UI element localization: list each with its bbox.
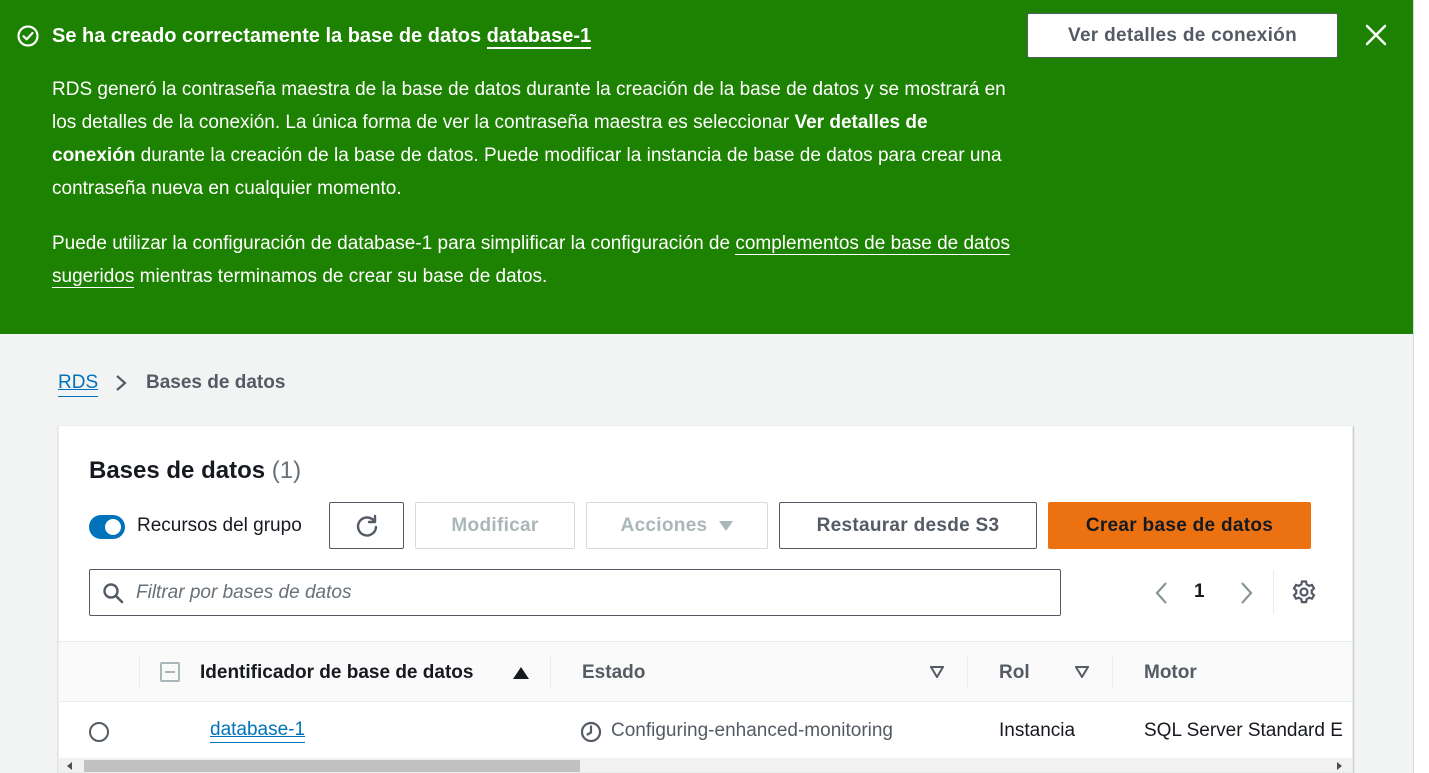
table-header: Identificador de base de datos Estado Ro… xyxy=(59,641,1352,703)
flash-text: mientras terminamos de crear su base de … xyxy=(134,266,548,287)
search-icon xyxy=(103,583,124,604)
column-divider xyxy=(1112,655,1113,689)
pagination-divider xyxy=(1273,570,1274,614)
actions-dropdown[interactable]: Acciones xyxy=(586,502,768,549)
flash-message-addons: Puede utilizar la configuración de datab… xyxy=(52,227,1012,293)
engine-text: SQL Server Standard E xyxy=(1144,720,1343,741)
flash-text: durante la creación de la base de datos.… xyxy=(52,145,1002,199)
column-header-engine[interactable]: Motor xyxy=(1144,642,1197,703)
column-divider xyxy=(550,655,551,689)
column-header-identifier[interactable]: Identificador de base de datos xyxy=(200,642,473,703)
filter-search-input[interactable] xyxy=(136,579,1036,607)
view-connection-details-button[interactable]: Ver detalles de conexión xyxy=(1027,13,1338,58)
actions-label: Acciones xyxy=(620,514,708,536)
databases-panel: Bases de datos (1) Recursos del grupo Mo… xyxy=(58,425,1353,773)
close-icon xyxy=(1365,24,1387,46)
refresh-icon xyxy=(356,514,377,537)
create-database-button[interactable]: Crear base de datos xyxy=(1048,502,1311,549)
sort-descending-icon[interactable] xyxy=(930,666,944,678)
success-flashbar: Se ha creado correctamente la base de da… xyxy=(0,0,1413,334)
status-text: Configuring-enhanced-monitoring xyxy=(611,720,894,741)
panel-count: (1) xyxy=(271,457,302,484)
row-select-radio[interactable] xyxy=(89,722,109,742)
refresh-button[interactable] xyxy=(329,502,404,549)
group-resources-label: Recursos del grupo xyxy=(137,515,302,536)
table-row: database-1 Configuring-enhanced-monitori… xyxy=(59,702,1352,762)
horizontal-scrollbar[interactable] xyxy=(59,758,1352,772)
panel-title: Bases de datos (1) xyxy=(89,456,301,486)
scrollbar-thumb[interactable] xyxy=(84,760,580,772)
role-text: Instancia xyxy=(999,720,1076,741)
sort-descending-icon[interactable] xyxy=(1075,666,1089,678)
caret-down-icon xyxy=(719,520,734,531)
breadcrumb-rds[interactable]: RDS xyxy=(58,370,99,397)
modify-button[interactable]: Modificar xyxy=(415,502,575,549)
column-header-status[interactable]: Estado xyxy=(582,642,645,703)
check-circle-icon xyxy=(17,25,39,47)
chevron-left-icon[interactable] xyxy=(1152,580,1172,606)
chevron-right-icon xyxy=(116,375,127,391)
database-identifier-link[interactable]: database-1 xyxy=(210,718,306,743)
toggle-knob xyxy=(105,519,121,535)
clock-icon xyxy=(580,721,602,743)
scroll-right-arrow-icon[interactable] xyxy=(1337,762,1342,770)
collapse-all-icon[interactable] xyxy=(160,662,180,682)
flash-title: Se ha creado correctamente la base de da… xyxy=(52,22,592,50)
chevron-right-icon[interactable] xyxy=(1236,580,1256,606)
sort-ascending-icon[interactable] xyxy=(513,667,529,679)
column-header-role[interactable]: Rol xyxy=(999,642,1030,703)
restore-from-s3-button[interactable]: Restaurar desde S3 xyxy=(779,502,1037,549)
current-page-number[interactable]: 1 xyxy=(1194,579,1205,605)
dismiss-flash-button[interactable] xyxy=(1360,19,1392,51)
breadcrumb-current: Bases de datos xyxy=(146,372,286,393)
flash-message-password: RDS generó la contraseña maestra de la b… xyxy=(52,73,1012,205)
flash-title-text: Se ha creado correctamente la base de da… xyxy=(52,25,487,47)
page-scrollbar-gutter xyxy=(1413,0,1429,773)
scroll-left-arrow-icon[interactable] xyxy=(67,762,72,770)
filter-search-box[interactable] xyxy=(89,569,1061,616)
panel-title-text: Bases de datos xyxy=(89,457,266,484)
database-link[interactable]: database-1 xyxy=(486,25,592,49)
column-divider xyxy=(967,655,968,689)
group-resources-toggle[interactable] xyxy=(89,515,125,539)
gear-icon[interactable] xyxy=(1291,579,1317,605)
flash-text: Puede utilizar la configuración de datab… xyxy=(52,233,736,254)
column-divider xyxy=(139,655,140,689)
